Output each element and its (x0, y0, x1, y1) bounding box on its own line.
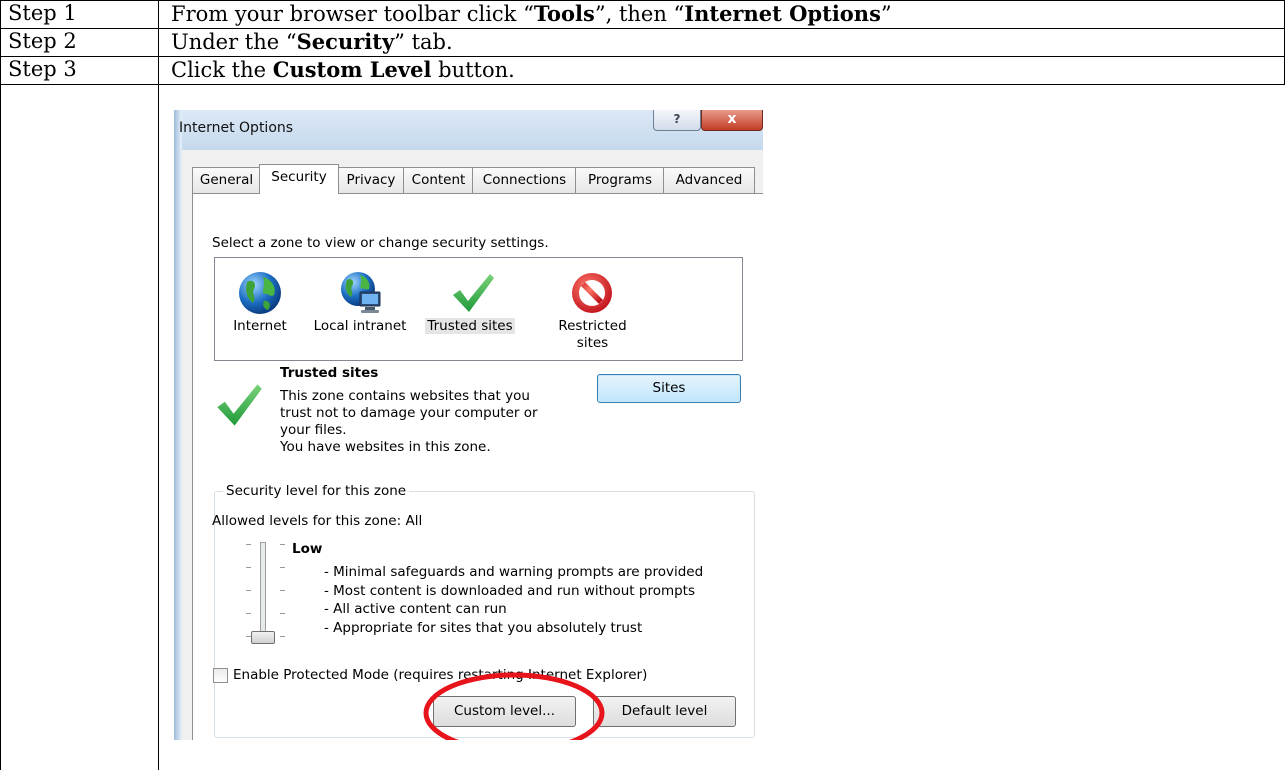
zone-local-intranet-label-text: Local intranet (313, 318, 407, 334)
slider-tick (280, 636, 285, 637)
table-row-divider (0, 84, 1285, 85)
description-line: trust not to damage your computer or (280, 405, 538, 421)
slider-tick (246, 590, 251, 591)
step-3-label: Step 3 (8, 57, 77, 81)
slider-tick (246, 567, 251, 568)
selected-zone-description: This zone contains websites that you tru… (280, 388, 570, 456)
step-2-label: Step 2 (8, 29, 77, 53)
step-3-text-part: button. (431, 58, 515, 82)
table-border-left (0, 0, 1, 770)
zone-restricted-label-line: sites (576, 335, 609, 351)
slider-tick (280, 590, 285, 591)
tab-privacy[interactable]: Privacy (337, 167, 405, 193)
step-1-text-part: From your browser toolbar click “ (171, 2, 534, 26)
globe-icon (239, 272, 281, 314)
close-button[interactable]: x (701, 110, 763, 131)
slider-tick (280, 567, 285, 568)
tab-advanced[interactable]: Advanced (663, 167, 755, 193)
slider-tick (280, 544, 285, 545)
trusted-sites-check-icon (217, 384, 262, 426)
step-1-text-part: ” (880, 2, 892, 26)
zone-trusted-sites[interactable]: Trusted sites (420, 258, 520, 358)
zone-internet[interactable]: Internet (225, 258, 295, 358)
tab-connections[interactable]: Connections (472, 167, 577, 193)
zone-trusted-sites-label: Trusted sites (420, 318, 520, 335)
security-level-description: - Minimal safeguards and warning prompts… (324, 563, 703, 637)
step-3-text-part: Click the (171, 58, 273, 82)
zone-internet-label-text: Internet (233, 318, 287, 334)
step-1-text-part: ”, then “ (594, 2, 685, 26)
step-2-text-part: ” tab. (394, 30, 453, 54)
description-line: This zone contains websites that you (280, 388, 530, 404)
tab-content[interactable]: Content (403, 167, 474, 193)
dialog-title: Internet Options (179, 120, 294, 136)
intranet-globe-icon (341, 272, 381, 313)
zone-restricted-sites-label: Restricted sites (545, 318, 640, 352)
step-2-text-part: Under the “ (171, 30, 297, 54)
help-button[interactable]: ? (653, 110, 701, 131)
tab-security[interactable]: Security (259, 164, 339, 194)
level-description-line: - Minimal safeguards and warning prompts… (324, 564, 704, 580)
dialog-frame-left (174, 110, 182, 740)
security-level-group-title: Security level for this zone (223, 483, 410, 499)
zone-restricted-sites[interactable]: Restricted sites (545, 258, 640, 358)
step-2-instruction: Under the “Security” tab. (171, 29, 453, 54)
zone-list: Internet Local intranet Trusted sites Re… (214, 257, 743, 361)
level-description-line: - Most content is downloaded and run wit… (324, 582, 695, 599)
tab-general[interactable]: General (192, 167, 261, 193)
security-level-slider-track[interactable] (260, 542, 266, 640)
protected-mode-label: Enable Protected Mode (requires restarti… (233, 667, 648, 683)
slider-tick (246, 544, 251, 545)
step-1-label: Step 1 (8, 1, 77, 25)
zone-internet-label: Internet (225, 318, 295, 335)
green-check-icon (453, 274, 494, 312)
selected-zone-heading: Trusted sites (280, 365, 379, 381)
protected-mode-checkbox[interactable] (213, 668, 228, 683)
table-column-divider (158, 0, 159, 770)
step-3-instruction: Click the Custom Level button. (171, 57, 515, 82)
level-description-line: - All active content can run (324, 601, 507, 617)
step-1-tools-emphasis: Tools (533, 1, 595, 26)
security-level-name: Low (292, 541, 323, 557)
zone-local-intranet[interactable]: Local intranet (300, 258, 420, 358)
zone-restricted-label-line: Restricted (558, 318, 627, 334)
zone-trusted-sites-label-text: Trusted sites (425, 318, 515, 334)
security-level-slider-thumb[interactable] (251, 631, 275, 644)
no-entry-icon (572, 273, 612, 313)
custom-level-button[interactable]: Custom level... (433, 696, 576, 727)
level-description-line: - Appropriate for sites that you absolut… (324, 619, 643, 636)
default-level-button[interactable]: Default level (593, 696, 736, 727)
description-line: your files. (280, 422, 347, 438)
zone-prompt: Select a zone to view or change security… (212, 235, 549, 251)
tab-programs[interactable]: Programs (575, 167, 665, 193)
internet-options-screenshot: Internet Options ? x General Security Pr… (174, 110, 763, 740)
step-2-security-emphasis: Security (296, 29, 395, 54)
allowed-levels-text: Allowed levels for this zone: All (212, 513, 423, 529)
slider-tick (280, 613, 285, 614)
description-line: You have websites in this zone. (280, 439, 491, 455)
step-1-internet-options-emphasis: Internet Options (684, 1, 881, 26)
step-3-custom-level-emphasis: Custom Level (272, 57, 432, 82)
slider-tick (246, 613, 251, 614)
zone-local-intranet-label: Local intranet (300, 318, 420, 335)
step-1-instruction: From your browser toolbar click “Tools”,… (171, 1, 892, 26)
sites-button[interactable]: Sites (597, 374, 741, 403)
